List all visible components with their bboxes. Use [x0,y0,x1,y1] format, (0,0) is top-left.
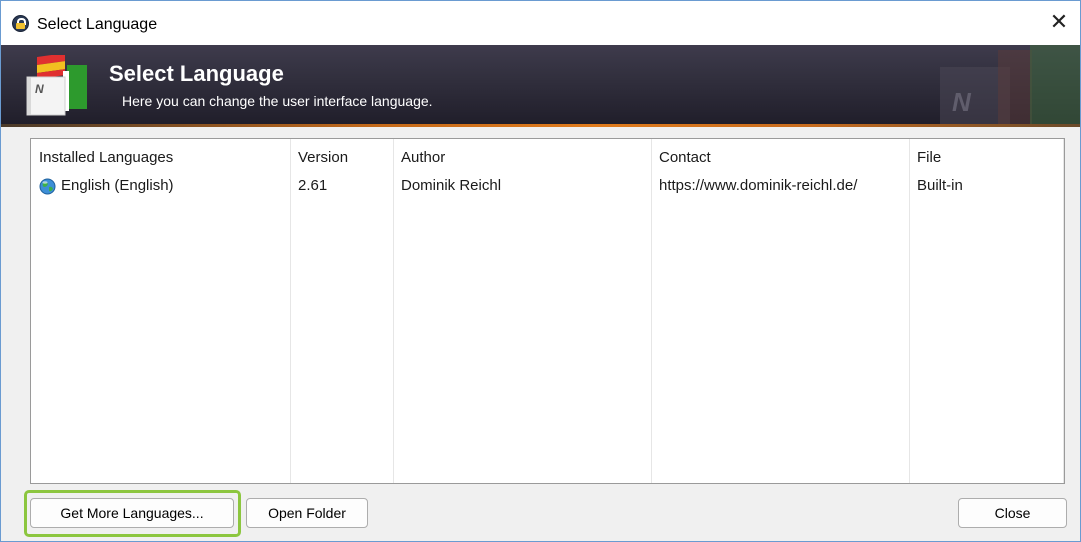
column-divider [651,139,652,483]
header-banner: N N Select Language Here you can change … [1,45,1080,127]
column-divider [393,139,394,483]
svg-text:N: N [35,82,44,96]
column-divider [909,139,910,483]
open-folder-button[interactable]: Open Folder [246,498,368,528]
column-divider [1063,139,1064,483]
app-lock-icon [12,15,29,32]
row-contact: https://www.dominik-reichl.de/ [659,177,858,194]
languages-list[interactable]: Installed Languages Version Author Conta… [30,138,1065,484]
row-file: Built-in [917,177,963,194]
row-version: 2.61 [298,177,328,194]
column-header-author[interactable]: Author [401,149,445,166]
column-header-version[interactable]: Version [298,149,348,166]
row-author: Dominik Reichl [401,177,502,194]
row-language[interactable]: English (English) [61,177,174,194]
title-bar: Select Language ✕ [1,1,1080,45]
column-header-file[interactable]: File [917,149,941,166]
close-button[interactable]: Close [958,498,1067,528]
get-more-languages-button[interactable]: Get More Languages... [30,498,234,528]
banner-subtitle: Here you can change the user interface l… [122,93,433,109]
select-language-dialog: Select Language ✕ N N Select Language He… [0,0,1081,542]
close-icon[interactable]: ✕ [1046,10,1072,36]
banner-title: Select Language [109,61,284,86]
globe-icon [39,178,56,195]
window-title: Select Language [37,16,158,33]
column-header-installed-languages[interactable]: Installed Languages [39,149,173,166]
column-header-contact[interactable]: Contact [659,149,711,166]
banner-accent-strip [1,124,1080,127]
language-flag-book-icon: N [26,55,87,116]
svg-text:N: N [952,87,972,117]
banner-decoration-icon: N [940,45,1080,125]
column-divider [290,139,291,483]
